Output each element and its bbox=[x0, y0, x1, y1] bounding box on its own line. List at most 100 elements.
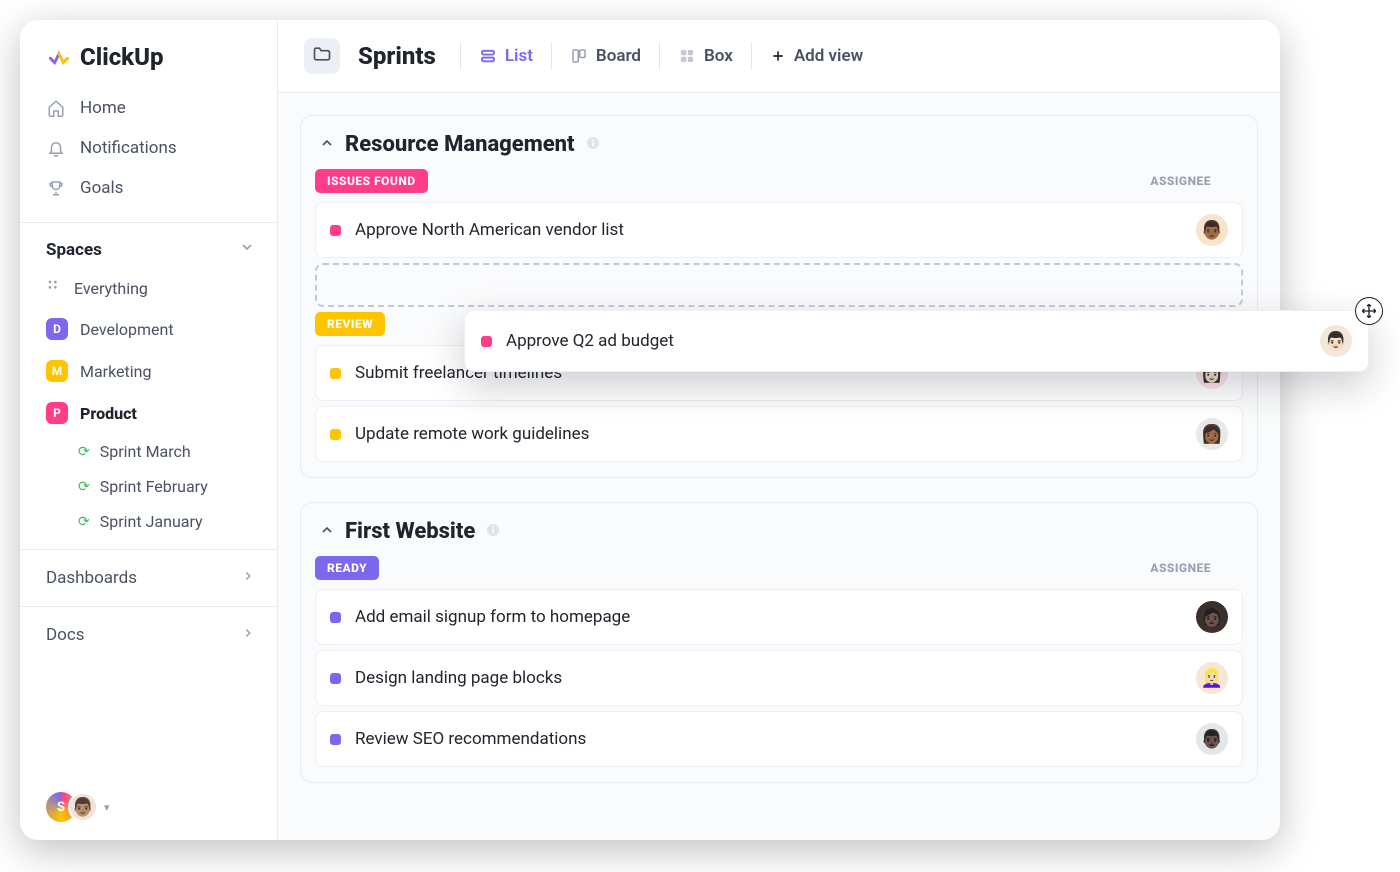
grid-dots-icon bbox=[46, 278, 62, 298]
sprint-icon: ⟳ bbox=[78, 479, 90, 495]
brand[interactable]: ClickUp bbox=[20, 20, 277, 84]
space-badge: D bbox=[46, 318, 68, 340]
separator bbox=[460, 43, 461, 69]
group-title: First Website bbox=[345, 519, 475, 544]
separator bbox=[751, 43, 752, 69]
info-icon[interactable] bbox=[485, 522, 501, 542]
nav-home-label: Home bbox=[80, 98, 126, 118]
sprint-label: Sprint February bbox=[100, 477, 208, 496]
drop-zone[interactable] bbox=[315, 263, 1243, 307]
dragged-task-card[interactable]: Approve Q2 ad budget 👨🏻 bbox=[464, 310, 1369, 372]
chevron-down-icon: ▾ bbox=[104, 801, 110, 814]
avatar[interactable]: 👱🏻‍♀️ bbox=[1196, 662, 1228, 694]
status-row: ISSUES FOUND ASSIGNEE bbox=[315, 169, 1243, 197]
nav-goals-label: Goals bbox=[80, 178, 123, 198]
column-header-assignee: ASSIGNEE bbox=[1150, 174, 1235, 188]
add-view-label: Add view bbox=[794, 46, 863, 66]
sidebar-item-product[interactable]: P Product bbox=[20, 392, 277, 434]
nav-home[interactable]: Home bbox=[20, 88, 277, 128]
dashboards-label: Dashboards bbox=[46, 568, 137, 588]
task-row[interactable]: Add email signup form to homepage🧑🏿 bbox=[315, 589, 1243, 645]
move-handle-icon[interactable] bbox=[1355, 297, 1383, 325]
sidebar-item-marketing[interactable]: M Marketing bbox=[20, 350, 277, 392]
group-header[interactable]: Resource Management bbox=[315, 130, 1243, 169]
trophy-icon bbox=[46, 179, 66, 197]
avatar[interactable]: 👨🏿 bbox=[1196, 723, 1228, 755]
group-header[interactable]: First Website bbox=[315, 517, 1243, 556]
primary-nav: Home Notifications Goals bbox=[20, 84, 277, 222]
avatar[interactable]: 👩🏾 bbox=[1196, 418, 1228, 450]
nav-goals[interactable]: Goals bbox=[20, 168, 277, 208]
sprint-icon: ⟳ bbox=[78, 444, 90, 460]
workspace-switcher[interactable]: S 👨🏽 ▾ bbox=[20, 774, 277, 840]
view-tab-list[interactable]: List bbox=[479, 46, 533, 66]
status-row: READY ASSIGNEE bbox=[315, 556, 1243, 584]
info-icon[interactable] bbox=[585, 135, 601, 155]
status-dot bbox=[330, 612, 341, 623]
view-tab-box[interactable]: Box bbox=[678, 46, 733, 66]
status-dot bbox=[330, 734, 341, 745]
space-badge: M bbox=[46, 360, 68, 382]
box-icon bbox=[678, 47, 696, 65]
status-pill[interactable]: READY bbox=[315, 556, 379, 580]
task-name: Approve Q2 ad budget bbox=[506, 331, 1306, 351]
topbar: Sprints List Board Box Add view bbox=[278, 20, 1280, 93]
sprint-label: Sprint January bbox=[100, 512, 203, 531]
folder-button[interactable] bbox=[304, 38, 340, 74]
space-badge: P bbox=[46, 402, 68, 424]
avatar[interactable]: 🧑🏿 bbox=[1196, 601, 1228, 633]
status-dot bbox=[330, 225, 341, 236]
status-dot bbox=[330, 673, 341, 684]
spaces-heading[interactable]: Spaces bbox=[20, 223, 277, 268]
board-icon bbox=[570, 47, 588, 65]
home-icon bbox=[46, 99, 66, 117]
group-title: Resource Management bbox=[345, 132, 575, 157]
task-group: Resource Management ISSUES FOUND ASSIGNEE A… bbox=[300, 115, 1258, 478]
column-header-assignee: ASSIGNEE bbox=[1150, 561, 1235, 575]
sprint-item[interactable]: ⟳ Sprint February bbox=[20, 469, 277, 504]
app-window: ClickUp Home Notifications Goals Spaces bbox=[20, 20, 1280, 840]
folder-icon bbox=[312, 44, 332, 68]
chevron-right-icon bbox=[241, 625, 255, 645]
sprint-item[interactable]: ⟳ Sprint March bbox=[20, 434, 277, 469]
task-row[interactable]: Approve North American vendor list 👨🏾 bbox=[315, 202, 1243, 258]
plus-icon bbox=[770, 48, 786, 64]
sidebar-item-dashboards[interactable]: Dashboards bbox=[20, 549, 277, 606]
add-view-button[interactable]: Add view bbox=[770, 46, 863, 66]
nav-notifications[interactable]: Notifications bbox=[20, 128, 277, 168]
sidebar: ClickUp Home Notifications Goals Spaces bbox=[20, 20, 278, 840]
task-name: Approve North American vendor list bbox=[355, 220, 1182, 240]
brand-name: ClickUp bbox=[80, 43, 164, 71]
view-tab-board[interactable]: Board bbox=[570, 46, 641, 66]
spaces-heading-label: Spaces bbox=[46, 240, 102, 260]
task-row[interactable]: Review SEO recommendations 👨🏿 bbox=[315, 711, 1243, 767]
task-row[interactable]: Design landing page blocks 👱🏻‍♀️ bbox=[315, 650, 1243, 706]
avatar: 👨🏻 bbox=[1320, 325, 1352, 357]
chevron-up-icon bbox=[319, 135, 335, 155]
task-row[interactable]: Update remote work guidelines👩🏾 bbox=[315, 406, 1243, 462]
chevron-down-icon bbox=[239, 239, 255, 260]
sidebar-item-development[interactable]: D Development bbox=[20, 308, 277, 350]
bell-icon bbox=[46, 139, 66, 157]
separator bbox=[551, 43, 552, 69]
list-icon bbox=[479, 47, 497, 65]
sprint-icon: ⟳ bbox=[78, 514, 90, 530]
status-pill[interactable]: REVIEW bbox=[315, 312, 385, 336]
view-tab-label: Box bbox=[704, 46, 733, 66]
chevron-right-icon bbox=[241, 568, 255, 588]
avatar[interactable]: 👨🏾 bbox=[1196, 214, 1228, 246]
status-pill[interactable]: ISSUES FOUND bbox=[315, 169, 428, 193]
sprint-label: Sprint March bbox=[100, 442, 191, 461]
everything-label: Everything bbox=[74, 279, 148, 298]
main-panel: Sprints List Board Box Add view Resour bbox=[278, 20, 1280, 840]
space-label: Marketing bbox=[80, 362, 151, 381]
task-name: Review SEO recommendations bbox=[355, 729, 1182, 749]
status-dot bbox=[330, 368, 341, 379]
separator bbox=[659, 43, 660, 69]
sidebar-item-everything[interactable]: Everything bbox=[20, 268, 277, 308]
sprint-item[interactable]: ⟳ Sprint January bbox=[20, 504, 277, 539]
nav-notifications-label: Notifications bbox=[80, 138, 177, 158]
sidebar-item-docs[interactable]: Docs bbox=[20, 606, 277, 663]
task-name: Design landing page blocks bbox=[355, 668, 1182, 688]
content-area: Resource Management ISSUES FOUND ASSIGNEE A… bbox=[278, 93, 1280, 829]
